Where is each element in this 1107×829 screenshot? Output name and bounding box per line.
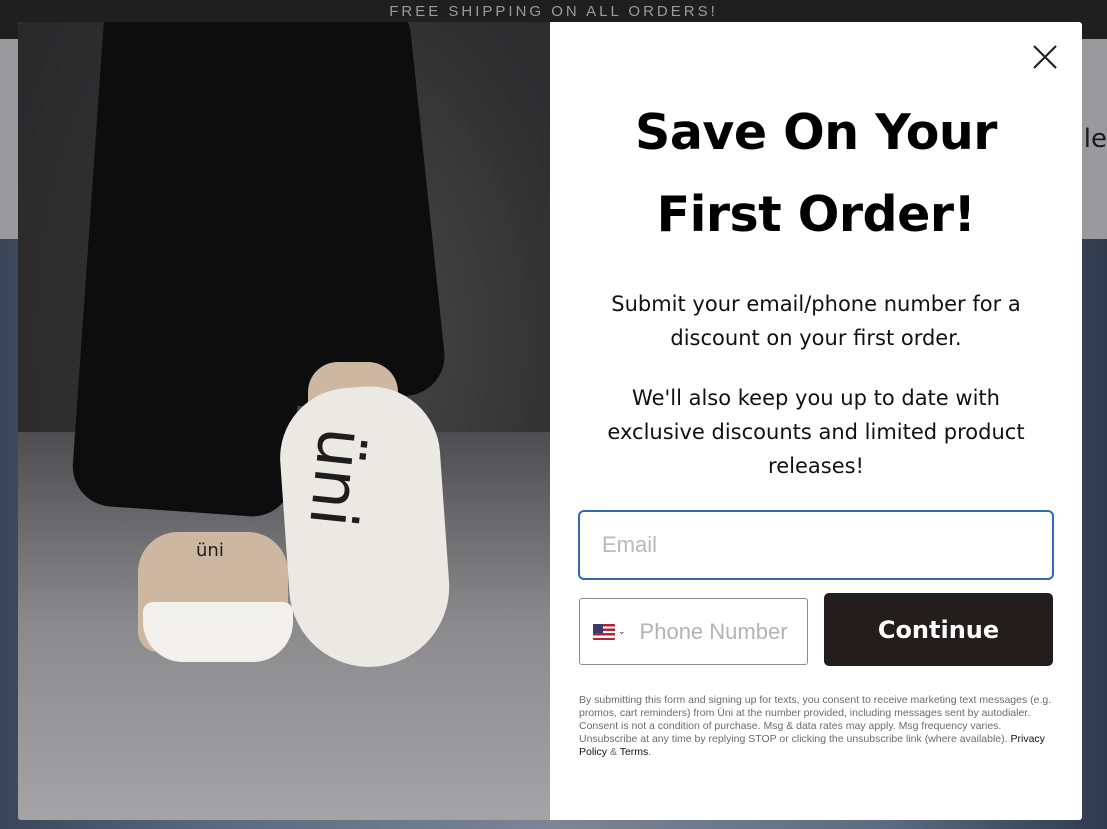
sneaker-photo: üni üni [18, 22, 550, 820]
close-button[interactable] [1028, 40, 1062, 74]
offer-description: Submit your email/phone number for a dis… [611, 292, 1021, 350]
announcement-text: FREE SHIPPING ON ALL ORDERS! [389, 3, 718, 20]
modal-title: Save On Your First Order! [550, 92, 1082, 256]
title-line-2: First Order! [656, 186, 976, 243]
page-partial-text: le [1083, 124, 1107, 154]
signup-panel: Save On Your First Order! Submit your em… [550, 22, 1082, 820]
phone-input[interactable] [639, 618, 805, 645]
close-icon [1033, 45, 1057, 69]
chevron-down-icon[interactable]: ⌄ [618, 627, 626, 637]
updates-description: We'll also keep you up to date with excl… [607, 386, 1025, 478]
photo-shoe-left-sole [143, 602, 293, 662]
legal-text: By submitting this form and signing up f… [579, 694, 1052, 745]
legal-ampersand: & [609, 746, 617, 758]
title-line-1: Save On Your [635, 104, 997, 161]
email-input[interactable] [578, 510, 1054, 580]
signup-modal: üni üni Save On Your First Order! Submit… [18, 22, 1082, 820]
continue-button[interactable]: Continue [824, 593, 1053, 666]
sole-logo: üni [294, 424, 378, 531]
terms-link[interactable]: Terms [620, 746, 649, 758]
legal-disclaimer: By submitting this form and signing up f… [579, 694, 1059, 759]
us-flag-icon[interactable] [593, 623, 615, 640]
phone-field: ⌄ [579, 598, 808, 665]
heel-logo: üni [196, 540, 224, 561]
legal-end: . [648, 746, 652, 758]
